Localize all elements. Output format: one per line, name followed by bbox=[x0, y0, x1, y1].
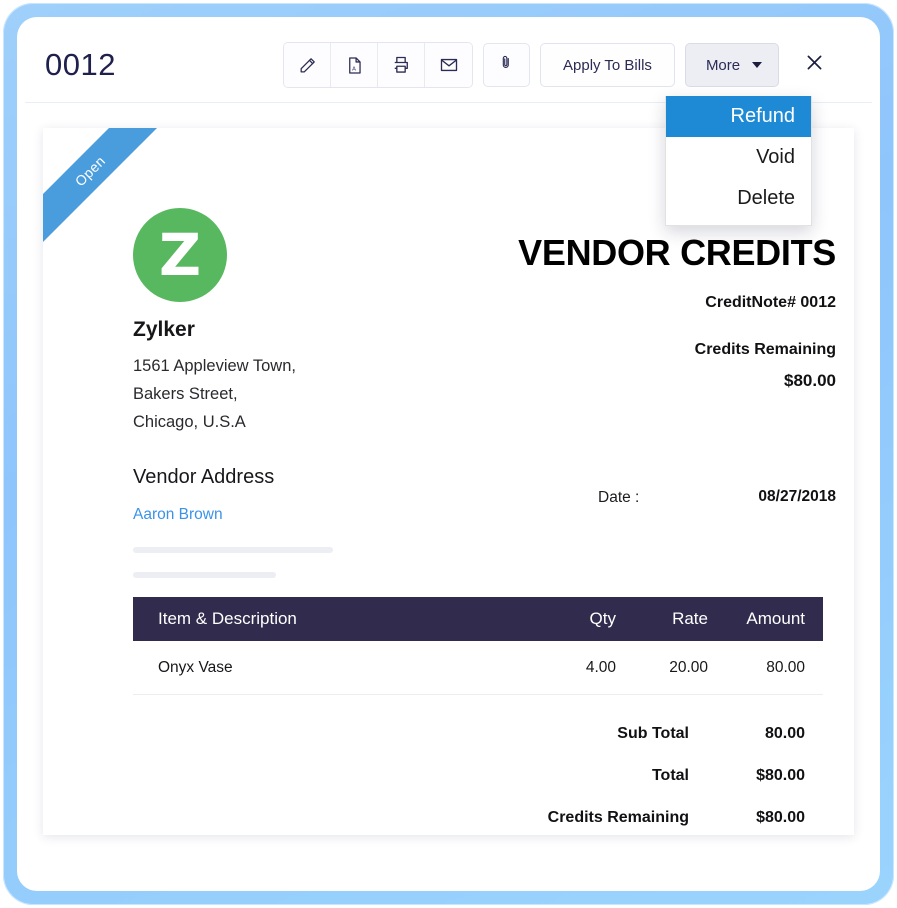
column-header-qty: Qty bbox=[524, 609, 616, 629]
svg-text:A: A bbox=[352, 66, 356, 72]
credit-note-number: CreditNote# 0012 bbox=[705, 294, 836, 312]
apply-to-bills-button[interactable]: Apply To Bills bbox=[540, 43, 675, 87]
column-header-item: Item & Description bbox=[133, 609, 524, 629]
total-row-subtotal: Sub Total 80.00 bbox=[443, 713, 823, 755]
more-button-label: More bbox=[706, 57, 740, 74]
line-items-table: Item & Description Qty Rate Amount Onyx … bbox=[133, 597, 823, 695]
vendor-credit-window: 0012 A bbox=[25, 25, 872, 881]
cell-qty: 4.00 bbox=[524, 659, 616, 677]
cell-item: Onyx Vase bbox=[133, 659, 524, 677]
date-value: 08/27/2018 bbox=[758, 488, 836, 506]
date-label: Date : bbox=[598, 489, 639, 507]
close-icon bbox=[804, 52, 825, 78]
company-address: 1561 Appleview Town, Bakers Street, Chic… bbox=[133, 352, 296, 436]
vendor-address-label: Vendor Address bbox=[133, 466, 274, 489]
more-button[interactable]: More bbox=[685, 43, 779, 87]
placeholder-bar-2 bbox=[133, 572, 276, 578]
company-address-line-3: Chicago, U.S.A bbox=[133, 408, 296, 436]
edit-icon bbox=[298, 56, 317, 75]
window-header: 0012 A bbox=[25, 25, 872, 103]
toolbar: A bbox=[283, 42, 831, 88]
print-icon-button[interactable] bbox=[378, 43, 425, 87]
email-icon-button[interactable] bbox=[425, 43, 472, 87]
subtotal-value: 80.00 bbox=[723, 725, 823, 743]
company-name: Zylker bbox=[133, 318, 195, 342]
company-address-line-2: Bakers Street, bbox=[133, 380, 296, 408]
print-icon bbox=[391, 55, 411, 75]
totals-section: Sub Total 80.00 Total $80.00 Credits Rem… bbox=[443, 713, 823, 835]
column-header-rate: Rate bbox=[616, 609, 708, 629]
cell-amount: 80.00 bbox=[708, 659, 823, 677]
table-row: Onyx Vase 4.00 20.00 80.00 bbox=[133, 641, 823, 695]
edit-icon-button[interactable] bbox=[284, 43, 331, 87]
menu-item-void[interactable]: Void bbox=[666, 137, 811, 178]
toolbar-icon-group: A bbox=[283, 42, 473, 88]
cell-rate: 20.00 bbox=[616, 659, 708, 677]
total-value: $80.00 bbox=[723, 767, 823, 785]
total-label: Total bbox=[652, 767, 723, 785]
credits-remaining-label: Credits Remaining bbox=[695, 341, 836, 359]
email-icon bbox=[439, 55, 459, 75]
chevron-down-icon bbox=[752, 62, 762, 68]
table-header-row: Item & Description Qty Rate Amount bbox=[133, 597, 823, 641]
company-address-line-1: 1561 Appleview Town, bbox=[133, 352, 296, 380]
menu-item-delete[interactable]: Delete bbox=[666, 178, 811, 219]
attachment-button[interactable] bbox=[483, 43, 530, 87]
paperclip-icon bbox=[498, 54, 515, 76]
credits-remaining-total-label: Credits Remaining bbox=[548, 809, 723, 827]
vendor-name-link[interactable]: Aaron Brown bbox=[133, 506, 223, 524]
total-row-credits-remaining: Credits Remaining $80.00 bbox=[443, 797, 823, 835]
credits-remaining-value: $80.00 bbox=[784, 371, 836, 391]
pdf-icon: A bbox=[345, 56, 364, 75]
vendor-credit-document: Open Z Zylker 1561 Appleview Town, Baker… bbox=[43, 128, 854, 835]
column-header-amount: Amount bbox=[708, 609, 823, 629]
page-title: 0012 bbox=[45, 47, 116, 83]
credits-remaining-total-value: $80.00 bbox=[723, 809, 823, 827]
menu-item-refund[interactable]: Refund bbox=[666, 96, 811, 137]
total-row-total: Total $80.00 bbox=[443, 755, 823, 797]
more-dropdown-menu: Refund Void Delete bbox=[665, 96, 812, 226]
company-logo: Z bbox=[133, 208, 227, 302]
placeholder-bar-1 bbox=[133, 547, 333, 553]
close-button[interactable] bbox=[797, 45, 831, 85]
pdf-icon-button[interactable]: A bbox=[331, 43, 378, 87]
document-title: VENDOR CREDITS bbox=[518, 232, 836, 274]
subtotal-label: Sub Total bbox=[617, 725, 723, 743]
